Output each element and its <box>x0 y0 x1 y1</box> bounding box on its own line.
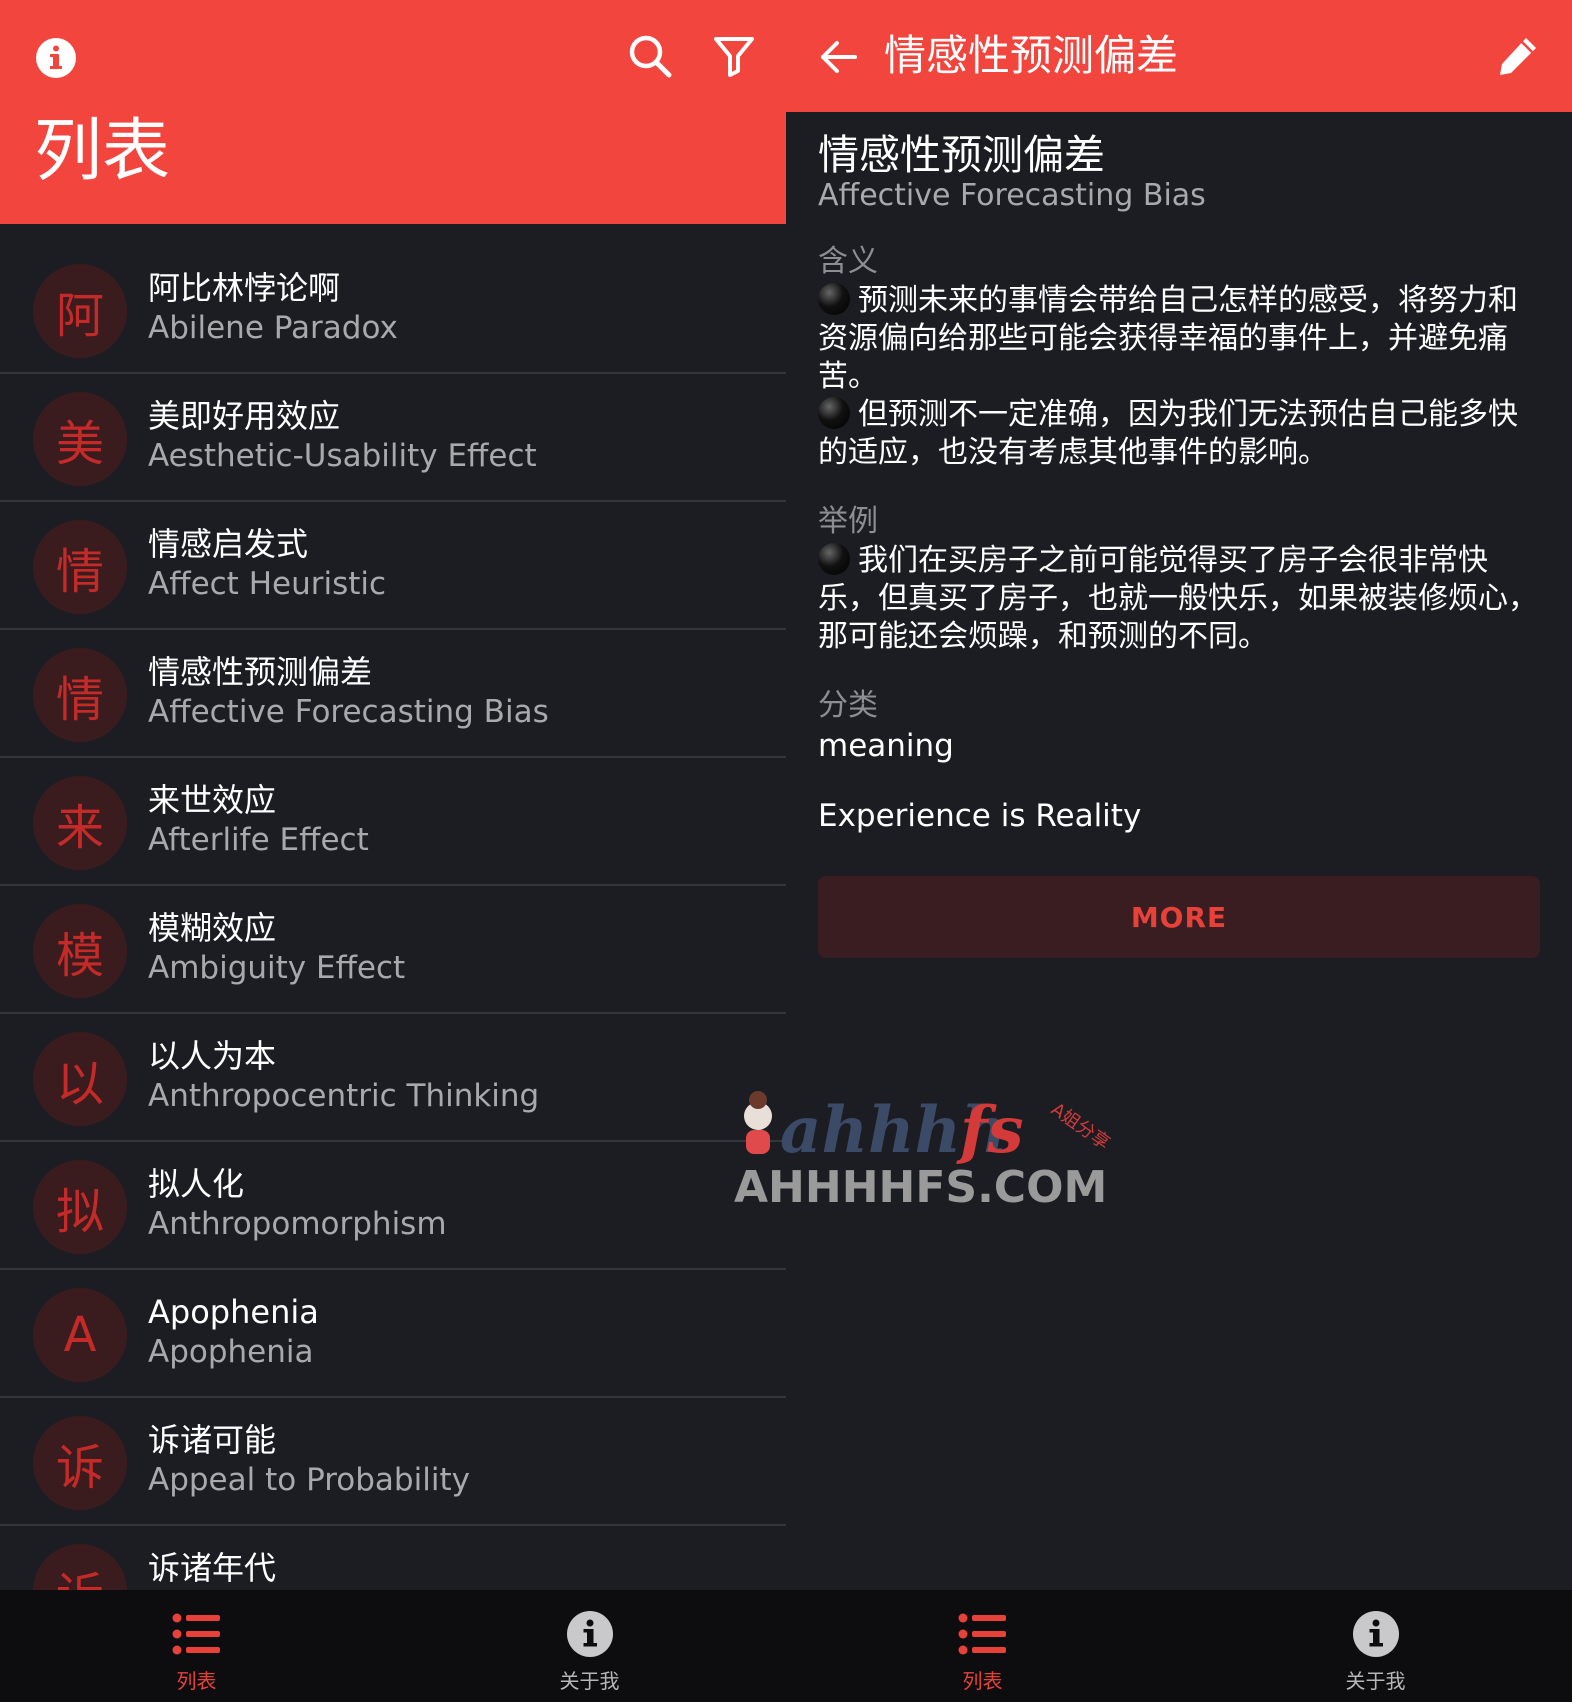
example-label: 举例 <box>818 504 878 539</box>
item-title: 美即好用效应 <box>148 397 341 435</box>
bullet-icon <box>818 283 850 315</box>
search-icon[interactable] <box>624 30 676 82</box>
avatar: 情 <box>33 520 127 614</box>
item-title: 模糊效应 <box>148 909 277 947</box>
item-subtitle: Affective Forecasting Bias <box>148 694 549 730</box>
item-title: 来世效应 <box>148 781 277 819</box>
bottom-nav: 列表 关于我 <box>786 1590 1572 1702</box>
item-subtitle: Affect Heuristic <box>148 566 387 602</box>
avatar: 诉 <box>33 1416 127 1510</box>
detail-header: 情感性预测偏差 <box>786 0 1572 112</box>
avatar: A <box>33 1288 127 1382</box>
list-screen: 列表 阿 阿比林悖论啊 Abilene Paradox 美 美即好用效应 Aes… <box>0 0 786 1702</box>
item-title: Apophenia <box>148 1293 319 1331</box>
meaning-label: 含义 <box>818 244 878 279</box>
list-icon <box>957 1608 1009 1660</box>
nav-label: 列表 <box>962 1669 1003 1693</box>
list-icon <box>171 1608 223 1660</box>
list-header: 列表 <box>0 0 786 224</box>
list-item[interactable]: 来 来世效应 Afterlife Effect <box>0 758 786 886</box>
meaning-text: 预测未来的事情会带给自己怎样的感受，将努力和资源偏向给那些可能会获得幸福的事件上… <box>818 282 1540 472</box>
example-bullet: 我们在买房子之前可能觉得买了房子会很非常快乐，但真买了房子，也就一般快乐，如果被… <box>818 543 1538 654</box>
item-title: 诉诸年代 <box>148 1549 277 1587</box>
avatar: 情 <box>33 648 127 742</box>
list-item[interactable]: 情 情感启发式 Affect Heuristic <box>0 502 786 630</box>
info-circle-icon <box>1350 1608 1402 1660</box>
list-item[interactable]: 情 情感性预测偏差 Affective Forecasting Bias <box>0 630 786 758</box>
item-subtitle: Apophenia <box>148 1334 314 1370</box>
category-value: meaning <box>818 728 954 764</box>
list-item[interactable]: 美 美即好用效应 Aesthetic-Usability Effect <box>0 374 786 502</box>
list-item[interactable]: 拟 拟人化 Anthropomorphism <box>0 1142 786 1270</box>
tagline: Experience is Reality <box>818 798 1142 834</box>
arrow-left-icon[interactable] <box>814 32 864 82</box>
page-title: 列表 <box>34 112 171 191</box>
nav-label: 列表 <box>176 1669 217 1693</box>
bottom-nav: 列表 关于我 <box>0 1590 786 1702</box>
list-item[interactable]: 以 以人为本 Anthropocentric Thinking <box>0 1014 786 1142</box>
nav-label: 关于我 <box>1345 1669 1406 1693</box>
item-title: 情感性预测偏差 <box>148 653 373 691</box>
avatar: 以 <box>33 1032 127 1126</box>
item-subtitle: Anthropocentric Thinking <box>148 1078 540 1114</box>
header-title: 情感性预测偏差 <box>884 31 1179 80</box>
bullet-icon <box>818 543 850 575</box>
item-subtitle: Afterlife Effect <box>148 822 369 858</box>
list-item[interactable]: 模 模糊效应 Ambiguity Effect <box>0 886 786 1014</box>
item-title: 拟人化 <box>148 1165 245 1203</box>
item-subtitle: Appeal to Probability <box>148 1462 470 1498</box>
avatar: 美 <box>33 392 127 486</box>
list-item[interactable]: 阿 阿比林悖论啊 Abilene Paradox <box>0 246 786 374</box>
detail-screen: 情感性预测偏差 情感性预测偏差 Affective Forecasting Bi… <box>786 0 1572 1702</box>
detail-title: 情感性预测偏差 <box>818 131 1105 179</box>
avatar: 拟 <box>33 1160 127 1254</box>
nav-tab-list[interactable]: 列表 <box>786 1590 1179 1702</box>
info-circle-icon <box>564 1608 616 1660</box>
item-subtitle: Anthropomorphism <box>148 1206 447 1242</box>
meaning-bullet: 预测未来的事情会带给自己怎样的感受，将努力和资源偏向给那些可能会获得幸福的事件上… <box>818 283 1518 394</box>
item-title: 阿比林悖论啊 <box>148 269 341 307</box>
list-item[interactable]: 诉 诉诸可能 Appeal to Probability <box>0 1398 786 1526</box>
nav-tab-about[interactable]: 关于我 <box>1179 1590 1572 1702</box>
item-title: 诉诸可能 <box>148 1421 277 1459</box>
bullet-icon <box>818 397 850 429</box>
more-button[interactable]: MORE <box>818 876 1540 958</box>
category-label: 分类 <box>818 688 878 723</box>
nav-tab-about[interactable]: 关于我 <box>393 1590 786 1702</box>
item-subtitle: Ambiguity Effect <box>148 950 406 986</box>
info-circle-icon[interactable] <box>32 34 80 82</box>
pencil-icon[interactable] <box>1492 30 1544 82</box>
list-item[interactable]: A Apophenia Apophenia <box>0 1270 786 1398</box>
example-text: 我们在买房子之前可能觉得买了房子会很非常快乐，但真买了房子，也就一般快乐，如果被… <box>818 542 1540 656</box>
item-subtitle: Aesthetic-Usability Effect <box>148 438 537 474</box>
item-title: 以人为本 <box>148 1037 277 1075</box>
nav-label: 关于我 <box>559 1669 620 1693</box>
nav-tab-list[interactable]: 列表 <box>0 1590 393 1702</box>
meaning-bullet: 但预测不一定准确，因为我们无法预估自己能多快的适应，也没有考虑其他事件的影响。 <box>818 397 1518 470</box>
avatar: 阿 <box>33 264 127 358</box>
filter-icon[interactable] <box>708 30 760 82</box>
avatar: 来 <box>33 776 127 870</box>
detail-subtitle: Affective Forecasting Bias <box>818 178 1206 213</box>
avatar: 模 <box>33 904 127 998</box>
item-title: 情感启发式 <box>148 525 309 563</box>
bias-list[interactable]: 阿 阿比林悖论啊 Abilene Paradox 美 美即好用效应 Aesthe… <box>0 246 786 1638</box>
item-subtitle: Abilene Paradox <box>148 310 398 346</box>
